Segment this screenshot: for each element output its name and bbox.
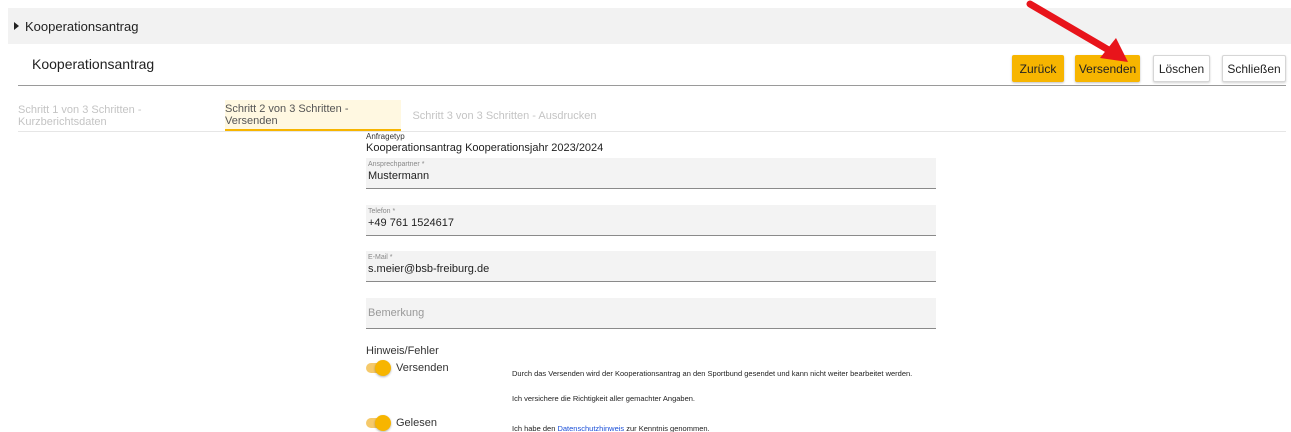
- privacy-text-before: Ich habe den: [512, 424, 558, 432]
- phone-field[interactable]: Telefon * +49 761 1524617: [366, 205, 936, 236]
- remarks-field[interactable]: Bemerkung: [366, 298, 936, 329]
- collapsible-section-header[interactable]: Kooperationsantrag: [8, 8, 1291, 44]
- step-2-tab[interactable]: Schritt 2 von 3 Schritten - Versenden: [225, 100, 401, 131]
- email-value: s.meier@bsb-freiburg.de: [368, 263, 490, 275]
- phone-label: Telefon *: [368, 208, 396, 215]
- read-toggle-label: Gelesen: [396, 417, 437, 429]
- email-label: E-Mail *: [368, 254, 393, 261]
- toggle-knob: [375, 415, 391, 431]
- read-toggle-row[interactable]: Gelesen: [366, 415, 437, 431]
- send-toggle-label: Versenden: [396, 362, 449, 374]
- toggle-knob: [375, 360, 391, 376]
- contact-person-label: Ansprechpartner *: [368, 161, 425, 168]
- delete-button[interactable]: Löschen: [1153, 55, 1210, 82]
- send-button[interactable]: Versenden: [1075, 55, 1140, 82]
- hint-error-title: Hinweis/Fehler: [366, 345, 439, 357]
- step-1-tab[interactable]: Schritt 1 von 3 Schritten - Kurzberichts…: [18, 100, 224, 131]
- privacy-text-after: zur Kenntnis genommen.: [624, 424, 710, 432]
- stepper: Schritt 1 von 3 Schritten - Kurzberichts…: [18, 100, 1286, 132]
- remarks-placeholder: Bemerkung: [368, 307, 425, 319]
- privacy-notice-link[interactable]: Datenschutzhinweis: [557, 424, 624, 432]
- send-toggle-row[interactable]: Versenden: [366, 360, 449, 376]
- close-button[interactable]: Schließen: [1222, 55, 1286, 82]
- phone-value: +49 761 1524617: [368, 217, 454, 229]
- read-toggle-switch[interactable]: [366, 415, 391, 431]
- form-header: Kooperationsantrag Zurück Versenden Lösc…: [18, 50, 1286, 86]
- request-type-label: Anfragetyp: [366, 132, 405, 141]
- step-3-tab[interactable]: Schritt 3 von 3 Schritten - Ausdrucken: [407, 100, 602, 131]
- contact-person-field[interactable]: Ansprechpartner * Mustermann: [366, 158, 936, 189]
- caret-right-icon: [14, 22, 19, 30]
- page-title: Kooperationsantrag: [32, 56, 155, 72]
- section-header-label: Kooperationsantrag: [25, 18, 139, 34]
- accuracy-statement: Ich versichere die Richtigkeit aller gem…: [512, 394, 696, 403]
- send-toggle-switch[interactable]: [366, 360, 391, 376]
- privacy-statement: Ich habe den Datenschutzhinweis zur Kenn…: [512, 424, 922, 432]
- request-type-value: Kooperationsantrag Kooperationsjahr 2023…: [366, 142, 604, 154]
- email-field[interactable]: E-Mail * s.meier@bsb-freiburg.de: [366, 251, 936, 282]
- contact-person-value: Mustermann: [368, 170, 430, 182]
- send-description: Durch das Versenden wird der Kooperation…: [512, 369, 913, 378]
- back-button[interactable]: Zurück: [1012, 55, 1064, 82]
